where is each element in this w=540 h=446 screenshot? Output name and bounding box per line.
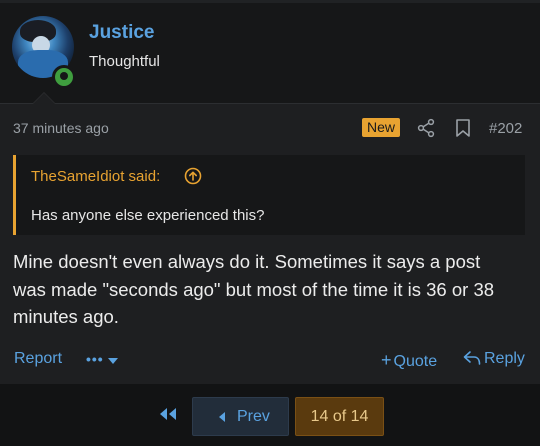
- prev-label: Prev: [237, 408, 270, 425]
- quote-block: TheSameIdiot said: Has anyone else exper…: [13, 155, 525, 235]
- username[interactable]: Justice: [89, 22, 154, 44]
- pagination: Prev 14 of 14: [0, 384, 540, 446]
- double-chevron-left-icon[interactable]: [154, 402, 182, 426]
- post: 37 minutes ago New #202 TheSameIdiot sai…: [0, 92, 540, 385]
- quote-author[interactable]: TheSameIdiot said:: [31, 168, 160, 185]
- user-title: Thoughtful: [89, 53, 160, 70]
- report-button[interactable]: Report: [14, 350, 62, 368]
- online-status-icon: [52, 65, 76, 89]
- chevron-down-icon: [108, 358, 118, 364]
- post-actions: Report ••• + Quote Reply: [0, 348, 540, 372]
- post-pointer-arrow: [32, 92, 56, 104]
- message-line: minutes ago.: [13, 306, 119, 327]
- message-line: was made "seconds ago" but most of the t…: [13, 278, 495, 300]
- post-timestamp[interactable]: 37 minutes ago: [13, 120, 109, 136]
- message-line: Mine doesn't even always do it. Sometime…: [13, 251, 481, 272]
- user-header: Justice Thoughtful: [0, 3, 540, 103]
- quote-button[interactable]: + Quote: [381, 350, 437, 371]
- new-badge: New: [362, 118, 401, 137]
- quote-text: Has anyone else experienced this?: [31, 207, 265, 224]
- page-indicator[interactable]: 14 of 14: [295, 397, 384, 436]
- bookmark-icon[interactable]: [454, 118, 472, 138]
- arrow-up-circle-icon[interactable]: [184, 167, 202, 185]
- post-message: Mine doesn't even always do it. Sometime…: [13, 248, 523, 331]
- reply-label: Reply: [484, 350, 525, 367]
- quote-label: Quote: [393, 353, 438, 370]
- reply-arrow-icon: [463, 351, 481, 365]
- more-dots-icon: •••: [86, 351, 104, 367]
- prev-button[interactable]: Prev: [192, 397, 289, 436]
- more-menu-button[interactable]: •••: [86, 350, 120, 370]
- post-meta: 37 minutes ago New #202: [0, 116, 540, 140]
- plus-icon: +: [381, 350, 392, 370]
- reply-button[interactable]: Reply: [463, 350, 525, 368]
- share-icon[interactable]: [416, 118, 436, 138]
- post-number[interactable]: #202: [489, 120, 522, 137]
- chevron-left-icon: [219, 412, 225, 422]
